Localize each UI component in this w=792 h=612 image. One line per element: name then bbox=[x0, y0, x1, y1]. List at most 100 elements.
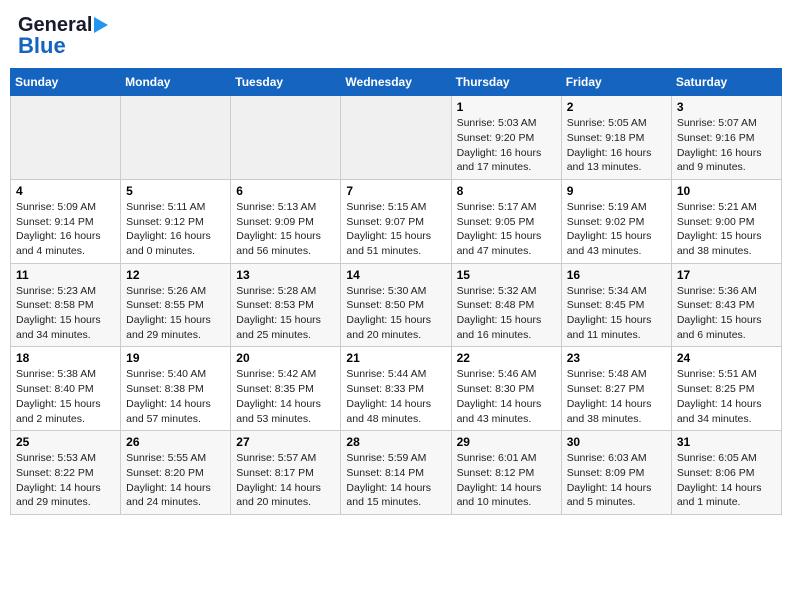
day-number: 19 bbox=[126, 351, 225, 365]
calendar-cell bbox=[121, 96, 231, 180]
day-number: 31 bbox=[677, 435, 776, 449]
calendar-cell: 6 Sunrise: 5:13 AM Sunset: 9:09 PM Daylig… bbox=[231, 179, 341, 263]
day-number: 28 bbox=[346, 435, 445, 449]
page-header: General Blue bbox=[10, 10, 782, 62]
calendar-cell: 1Sunrise: 5:03 AM Sunset: 9:20 PM Daylig… bbox=[451, 96, 561, 180]
day-number: 5 bbox=[126, 184, 225, 198]
day-number: 18 bbox=[16, 351, 115, 365]
day-info: Sunrise: 5:28 AM Sunset: 8:53 PM Dayligh… bbox=[236, 284, 335, 343]
day-number: 27 bbox=[236, 435, 335, 449]
calendar-cell: 17 Sunrise: 5:36 AM Sunset: 8:43 PM Dayli… bbox=[671, 263, 781, 347]
day-number: 22 bbox=[457, 351, 556, 365]
day-number: 23 bbox=[567, 351, 666, 365]
day-info: Sunrise: 5:26 AM Sunset: 8:55 PM Dayligh… bbox=[126, 284, 225, 343]
day-number: 10 bbox=[677, 184, 776, 198]
logo: General Blue bbox=[18, 14, 108, 58]
day-info: Sunrise: 5:48 AM Sunset: 8:27 PM Dayligh… bbox=[567, 367, 666, 426]
day-info: Sunrise: 5:51 AM Sunset: 8:25 PM Dayligh… bbox=[677, 367, 776, 426]
calendar-cell: 25 Sunrise: 5:53 AM Sunset: 8:22 PM Dayli… bbox=[11, 431, 121, 515]
day-header-saturday: Saturday bbox=[671, 69, 781, 96]
day-info: Sunrise: 5:17 AM Sunset: 9:05 PM Dayligh… bbox=[457, 200, 556, 259]
calendar-cell: 24 Sunrise: 5:51 AM Sunset: 8:25 PM Dayli… bbox=[671, 347, 781, 431]
day-info: Sunrise: 5:30 AM Sunset: 8:50 PM Dayligh… bbox=[346, 284, 445, 343]
calendar-cell bbox=[231, 96, 341, 180]
day-info: Sunrise: 5:32 AM Sunset: 8:48 PM Dayligh… bbox=[457, 284, 556, 343]
day-info: Sunrise: 5:19 AM Sunset: 9:02 PM Dayligh… bbox=[567, 200, 666, 259]
logo-text-blue: Blue bbox=[18, 34, 66, 58]
day-number: 30 bbox=[567, 435, 666, 449]
day-number: 15 bbox=[457, 268, 556, 282]
day-info: Sunrise: 5:42 AM Sunset: 8:35 PM Dayligh… bbox=[236, 367, 335, 426]
day-number: 21 bbox=[346, 351, 445, 365]
day-info: Sunrise: 5:44 AM Sunset: 8:33 PM Dayligh… bbox=[346, 367, 445, 426]
day-headers-row: SundayMondayTuesdayWednesdayThursdayFrid… bbox=[11, 69, 782, 96]
day-info: Sunrise: 6:03 AM Sunset: 8:09 PM Dayligh… bbox=[567, 451, 666, 510]
calendar-body: 1Sunrise: 5:03 AM Sunset: 9:20 PM Daylig… bbox=[11, 96, 782, 515]
calendar-cell: 8 Sunrise: 5:17 AM Sunset: 9:05 PM Daylig… bbox=[451, 179, 561, 263]
day-info: Sunrise: 5:34 AM Sunset: 8:45 PM Dayligh… bbox=[567, 284, 666, 343]
day-info: Sunrise: 5:05 AM Sunset: 9:18 PM Dayligh… bbox=[567, 116, 666, 175]
day-number: 29 bbox=[457, 435, 556, 449]
day-number: 14 bbox=[346, 268, 445, 282]
calendar-cell bbox=[341, 96, 451, 180]
day-header-friday: Friday bbox=[561, 69, 671, 96]
calendar-cell: 19 Sunrise: 5:40 AM Sunset: 8:38 PM Dayli… bbox=[121, 347, 231, 431]
calendar-cell: 3 Sunrise: 5:07 AM Sunset: 9:16 PM Daylig… bbox=[671, 96, 781, 180]
calendar-cell: 29 Sunrise: 6:01 AM Sunset: 8:12 PM Dayli… bbox=[451, 431, 561, 515]
day-info: Sunrise: 5:11 AM Sunset: 9:12 PM Dayligh… bbox=[126, 200, 225, 259]
calendar-cell: 26 Sunrise: 5:55 AM Sunset: 8:20 PM Dayli… bbox=[121, 431, 231, 515]
calendar-table: SundayMondayTuesdayWednesdayThursdayFrid… bbox=[10, 68, 782, 515]
day-number: 25 bbox=[16, 435, 115, 449]
calendar-cell: 28 Sunrise: 5:59 AM Sunset: 8:14 PM Dayli… bbox=[341, 431, 451, 515]
day-header-thursday: Thursday bbox=[451, 69, 561, 96]
day-number: 8 bbox=[457, 184, 556, 198]
calendar-week-2: 4Sunrise: 5:09 AM Sunset: 9:14 PM Daylig… bbox=[11, 179, 782, 263]
day-info: Sunrise: 5:13 AM Sunset: 9:09 PM Dayligh… bbox=[236, 200, 335, 259]
calendar-cell: 11Sunrise: 5:23 AM Sunset: 8:58 PM Dayli… bbox=[11, 263, 121, 347]
day-info: Sunrise: 5:07 AM Sunset: 9:16 PM Dayligh… bbox=[677, 116, 776, 175]
day-info: Sunrise: 5:36 AM Sunset: 8:43 PM Dayligh… bbox=[677, 284, 776, 343]
day-number: 11 bbox=[16, 268, 115, 282]
calendar-cell: 10 Sunrise: 5:21 AM Sunset: 9:00 PM Dayli… bbox=[671, 179, 781, 263]
day-header-wednesday: Wednesday bbox=[341, 69, 451, 96]
day-info: Sunrise: 6:05 AM Sunset: 8:06 PM Dayligh… bbox=[677, 451, 776, 510]
day-info: Sunrise: 5:21 AM Sunset: 9:00 PM Dayligh… bbox=[677, 200, 776, 259]
day-header-monday: Monday bbox=[121, 69, 231, 96]
calendar-cell: 5 Sunrise: 5:11 AM Sunset: 9:12 PM Daylig… bbox=[121, 179, 231, 263]
day-number: 24 bbox=[677, 351, 776, 365]
calendar-week-1: 1Sunrise: 5:03 AM Sunset: 9:20 PM Daylig… bbox=[11, 96, 782, 180]
calendar-cell: 18Sunrise: 5:38 AM Sunset: 8:40 PM Dayli… bbox=[11, 347, 121, 431]
calendar-cell bbox=[11, 96, 121, 180]
day-number: 13 bbox=[236, 268, 335, 282]
calendar-cell: 7 Sunrise: 5:15 AM Sunset: 9:07 PM Daylig… bbox=[341, 179, 451, 263]
day-info: Sunrise: 5:15 AM Sunset: 9:07 PM Dayligh… bbox=[346, 200, 445, 259]
day-info: Sunrise: 6:01 AM Sunset: 8:12 PM Dayligh… bbox=[457, 451, 556, 510]
day-number: 2 bbox=[567, 100, 666, 114]
day-number: 7 bbox=[346, 184, 445, 198]
day-number: 20 bbox=[236, 351, 335, 365]
day-number: 9 bbox=[567, 184, 666, 198]
calendar-cell: 22 Sunrise: 5:46 AM Sunset: 8:30 PM Dayli… bbox=[451, 347, 561, 431]
day-number: 4 bbox=[16, 184, 115, 198]
day-number: 6 bbox=[236, 184, 335, 198]
calendar-cell: 16 Sunrise: 5:34 AM Sunset: 8:45 PM Dayli… bbox=[561, 263, 671, 347]
calendar-week-5: 25 Sunrise: 5:53 AM Sunset: 8:22 PM Dayli… bbox=[11, 431, 782, 515]
day-info: Sunrise: 5:55 AM Sunset: 8:20 PM Dayligh… bbox=[126, 451, 225, 510]
day-number: 16 bbox=[567, 268, 666, 282]
day-number: 3 bbox=[677, 100, 776, 114]
day-info: Sunrise: 5:40 AM Sunset: 8:38 PM Dayligh… bbox=[126, 367, 225, 426]
calendar-week-4: 18Sunrise: 5:38 AM Sunset: 8:40 PM Dayli… bbox=[11, 347, 782, 431]
calendar-cell: 4Sunrise: 5:09 AM Sunset: 9:14 PM Daylig… bbox=[11, 179, 121, 263]
day-info: Sunrise: 5:57 AM Sunset: 8:17 PM Dayligh… bbox=[236, 451, 335, 510]
calendar-cell: 21 Sunrise: 5:44 AM Sunset: 8:33 PM Dayli… bbox=[341, 347, 451, 431]
day-info: Sunrise: 5:46 AM Sunset: 8:30 PM Dayligh… bbox=[457, 367, 556, 426]
day-info: Sunrise: 5:53 AM Sunset: 8:22 PM Dayligh… bbox=[16, 451, 115, 510]
day-number: 17 bbox=[677, 268, 776, 282]
day-header-tuesday: Tuesday bbox=[231, 69, 341, 96]
day-number: 12 bbox=[126, 268, 225, 282]
day-number: 26 bbox=[126, 435, 225, 449]
calendar-week-3: 11Sunrise: 5:23 AM Sunset: 8:58 PM Dayli… bbox=[11, 263, 782, 347]
day-info: Sunrise: 5:59 AM Sunset: 8:14 PM Dayligh… bbox=[346, 451, 445, 510]
calendar-cell: 13 Sunrise: 5:28 AM Sunset: 8:53 PM Dayli… bbox=[231, 263, 341, 347]
calendar-cell: 27 Sunrise: 5:57 AM Sunset: 8:17 PM Dayli… bbox=[231, 431, 341, 515]
